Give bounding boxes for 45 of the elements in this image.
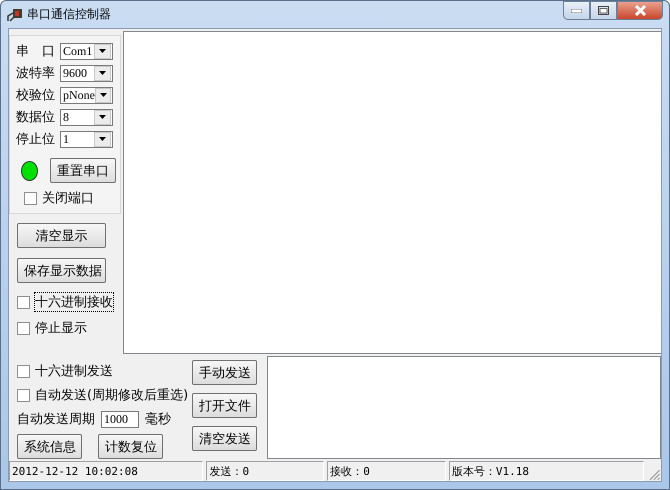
checkbox-label: 十六进制接收 [35, 293, 113, 311]
minimize-button[interactable] [563, 1, 590, 20]
window-title: 串口通信控制器 [27, 6, 111, 23]
field-label: 数据位 [16, 109, 56, 126]
period-input[interactable]: 1000 [101, 410, 139, 428]
checkbox[interactable] [17, 388, 30, 402]
field-label: 串 口 [16, 43, 56, 60]
status-text: 接收：0 [327, 461, 446, 481]
checkbox[interactable] [17, 296, 30, 308]
minimize-icon [571, 8, 582, 12]
close-icon [634, 5, 646, 16]
reset-port-button[interactable]: 重置串口 [50, 158, 116, 183]
dropdown[interactable]: 9600 [60, 64, 113, 82]
resize-grip-icon [647, 467, 661, 481]
field-label: 停止位 [16, 131, 56, 148]
checkbox-label: 十六进制发送 [35, 363, 113, 380]
maximize-icon [598, 6, 609, 15]
field-label: 波特率 [16, 65, 56, 82]
reset-count-button[interactable]: 计数复位 [98, 434, 163, 459]
unit-label: 毫秒 [145, 411, 171, 428]
system-info-button[interactable]: 系统信息 [17, 434, 82, 459]
dropdown[interactable]: 8 [60, 108, 113, 126]
dropdown[interactable]: 1 [60, 130, 113, 148]
save-display-button[interactable]: 保存显示数据 [17, 258, 106, 283]
manual-send-button[interactable]: 手动发送 [192, 360, 257, 385]
checkbox[interactable] [17, 322, 30, 334]
checkbox-label: 自动发送(周期修改后重选) [35, 387, 188, 404]
send-text-area[interactable] [267, 356, 661, 459]
dropdown[interactable]: pNone [60, 86, 113, 104]
status-text: 发送：0 [206, 461, 324, 481]
checkbox-label: 停止显示 [35, 320, 87, 337]
checkbox-label: 关闭端口 [42, 190, 94, 207]
maximize-button[interactable] [590, 1, 617, 20]
app-icon [7, 8, 23, 22]
clear-send-button[interactable]: 清空发送 [192, 426, 257, 451]
period-label: 自动发送周期 [17, 411, 95, 428]
open-file-button[interactable]: 打开文件 [192, 393, 257, 418]
close-button[interactable] [617, 1, 663, 20]
checkbox[interactable] [17, 364, 30, 378]
clear-display-button[interactable]: 清空显示 [17, 223, 106, 248]
status-text: 2012-12-12 10:02:08 [9, 461, 204, 481]
status-text: 版本号：V1.18 [448, 461, 644, 481]
dropdown[interactable]: Com1 [60, 42, 113, 60]
checkbox[interactable] [24, 192, 37, 204]
field-label: 校验位 [16, 87, 56, 104]
